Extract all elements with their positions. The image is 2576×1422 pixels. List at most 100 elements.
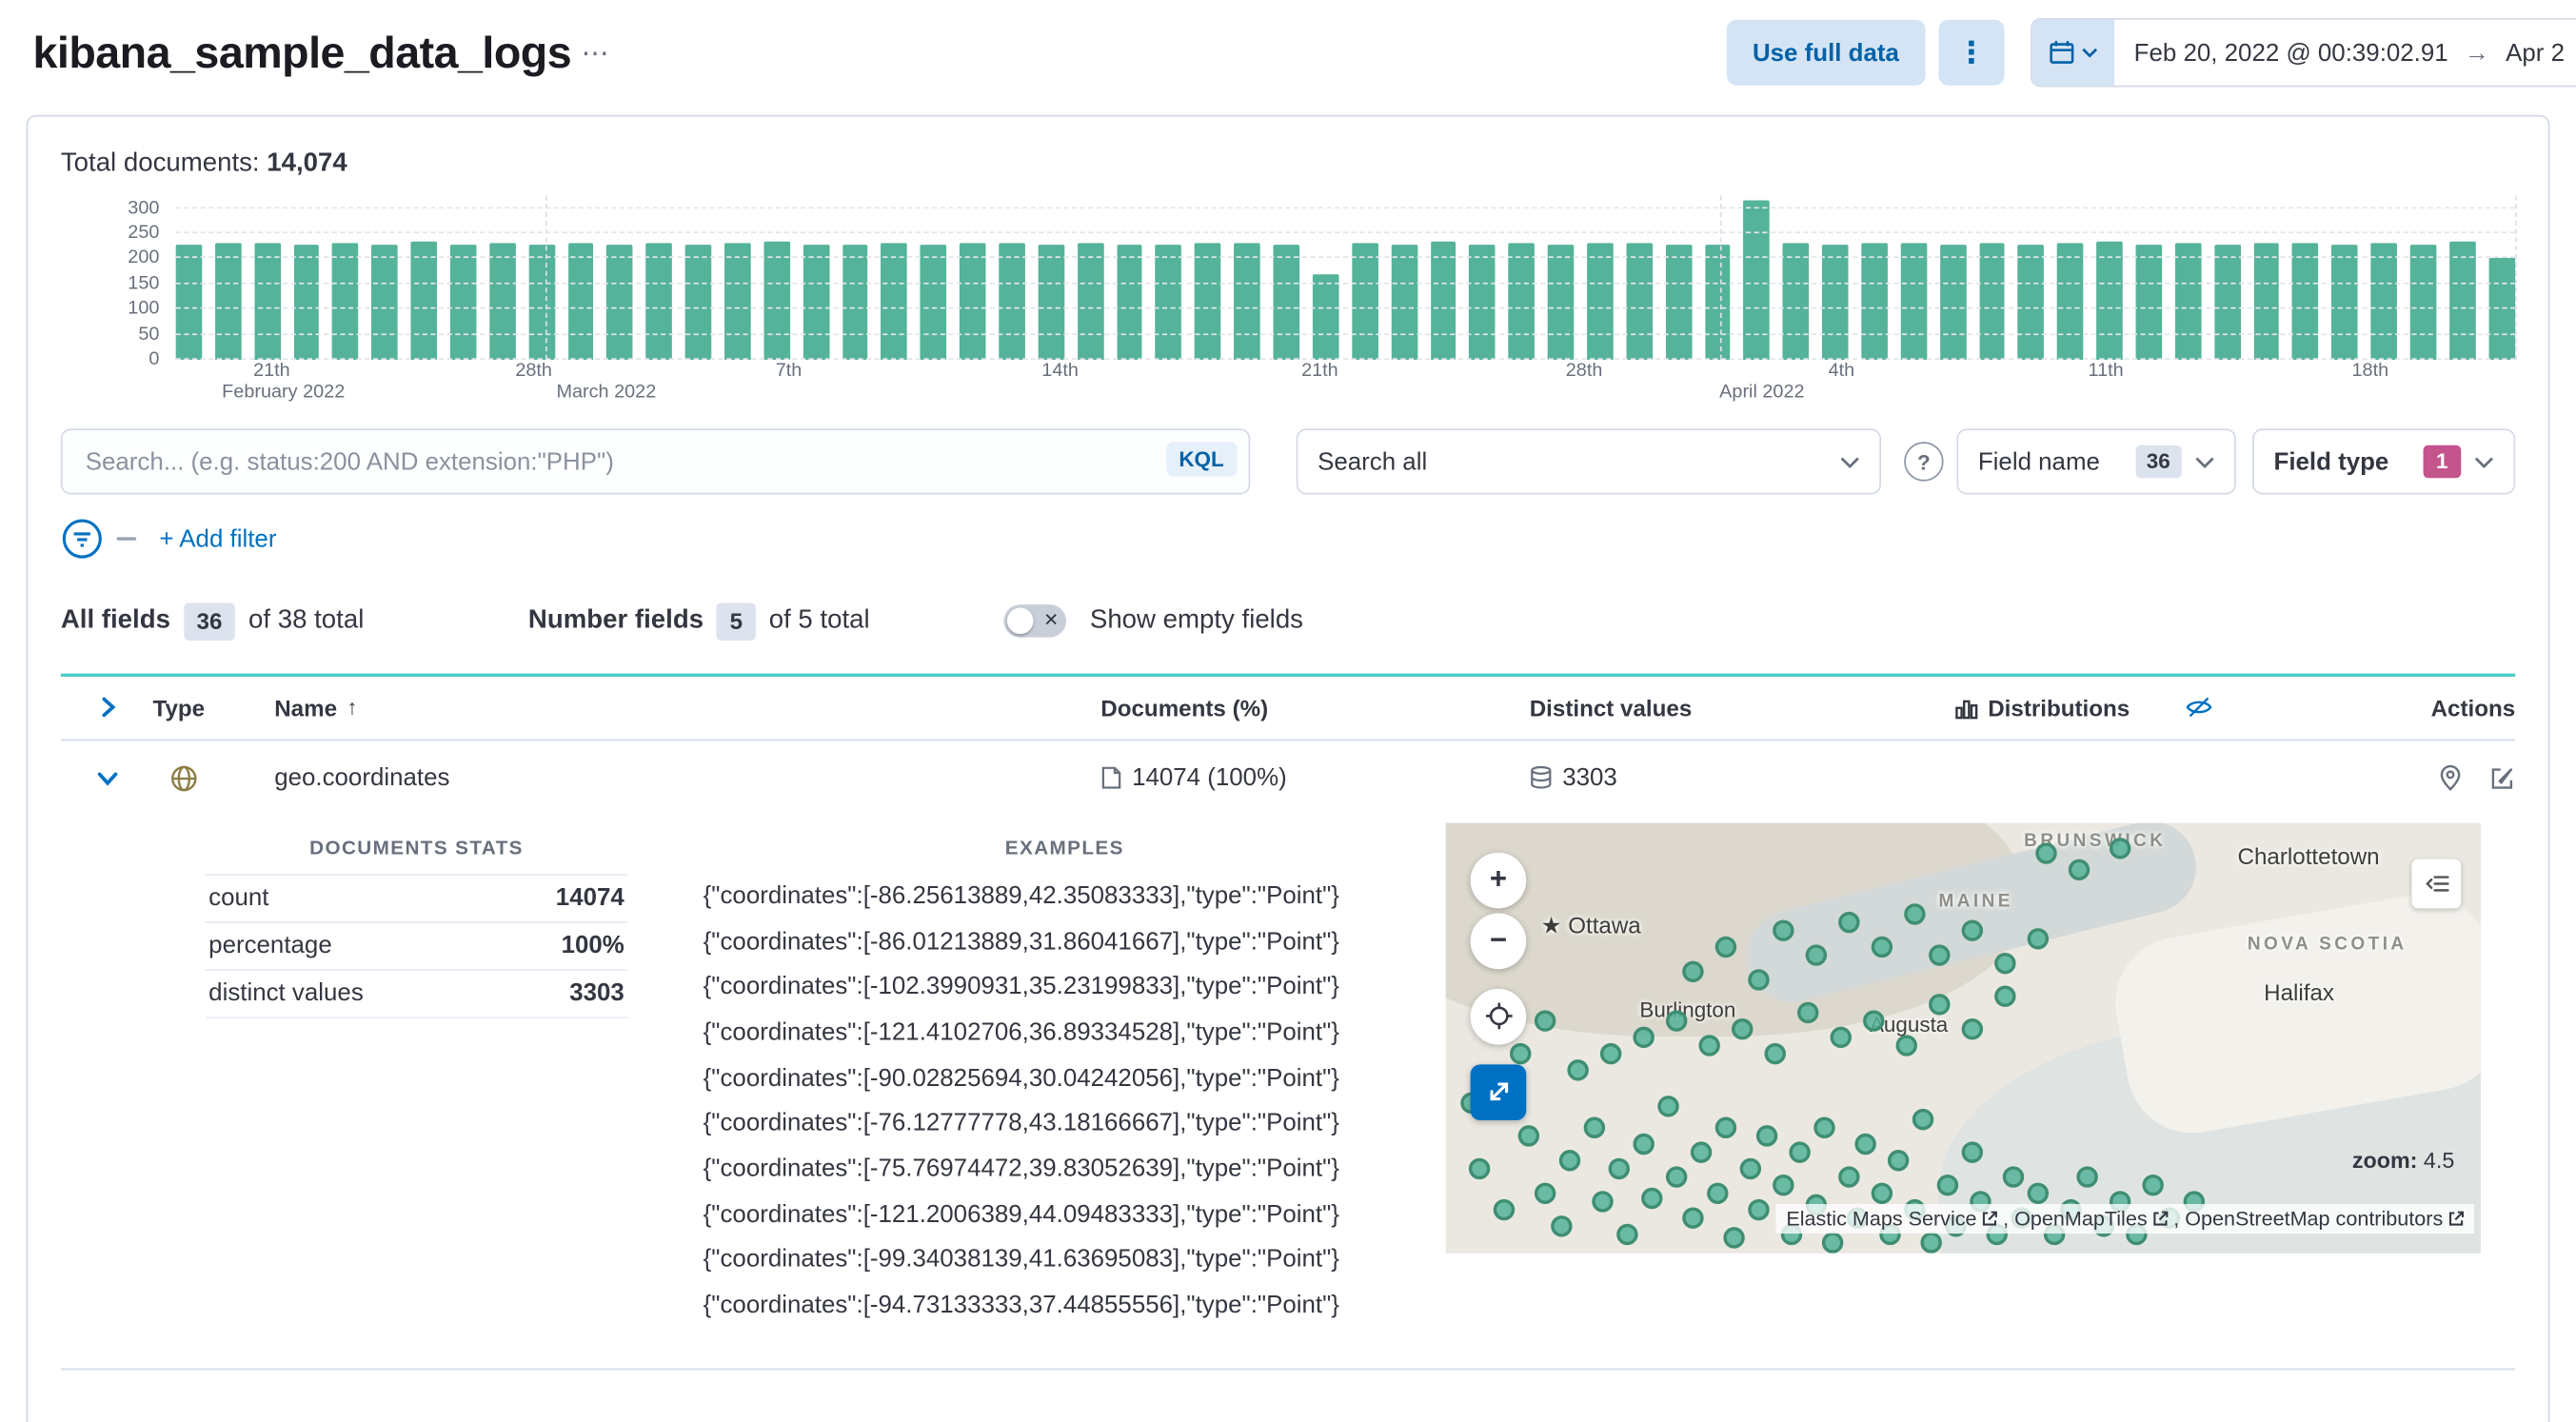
map-point bbox=[1994, 985, 2016, 1007]
map-point bbox=[1773, 1174, 1794, 1196]
field-type-count-badge: 1 bbox=[2423, 445, 2462, 478]
search-all-select[interactable]: Search all bbox=[1296, 428, 1882, 495]
col-name[interactable]: Name bbox=[274, 695, 337, 721]
col-documents[interactable]: Documents (%) bbox=[1100, 695, 1268, 721]
view-in-maps-icon[interactable] bbox=[2438, 764, 2463, 792]
add-filter-link[interactable]: + Add filter bbox=[159, 524, 276, 552]
map-label-nova-scotia: NOVA SCOTIA bbox=[2247, 934, 2408, 955]
map-attribution: Elastic Maps Service , OpenMapTiles , Op… bbox=[1775, 1203, 2475, 1234]
examples-block: EXAMPLES {"coordinates":[-86.25613889,42… bbox=[703, 836, 1426, 1329]
field-type-filter[interactable]: Field type 1 bbox=[2252, 428, 2516, 495]
x-tick-label: 28th bbox=[1565, 361, 1603, 382]
map-locate-button[interactable] bbox=[1470, 988, 1527, 1045]
map-point bbox=[1723, 1226, 1745, 1249]
eye-closed-icon[interactable] bbox=[2186, 696, 2213, 721]
col-type[interactable]: Type bbox=[152, 695, 205, 721]
breadcrumb-options-icon[interactable]: ⋯ bbox=[582, 39, 609, 67]
map-point bbox=[2109, 837, 2131, 859]
geo-coordinates-map[interactable]: BRUNSWICK Charlottetown MAINE NOVA SCOTI… bbox=[1445, 822, 2481, 1254]
show-empty-fields-toggle[interactable]: ✕ bbox=[1004, 604, 1067, 639]
histogram-bar bbox=[2174, 243, 2202, 360]
map-expand-button[interactable] bbox=[1470, 1063, 1527, 1120]
attribution-link[interactable]: , OpenMapTiles bbox=[2003, 1207, 2147, 1230]
map-point bbox=[1838, 1165, 1860, 1188]
filter-in-circle-icon[interactable] bbox=[61, 518, 104, 561]
y-tick-label: 200 bbox=[128, 248, 160, 269]
map-point bbox=[1871, 936, 1893, 958]
col-distributions[interactable]: Distributions bbox=[1988, 695, 2130, 721]
date-quick-select-button[interactable] bbox=[2031, 19, 2114, 86]
gridline bbox=[175, 257, 2516, 259]
histogram-bar bbox=[724, 243, 751, 360]
map-point bbox=[1551, 1215, 1573, 1237]
histogram-bar bbox=[2017, 244, 2045, 360]
gridline bbox=[175, 307, 2516, 309]
next-row-divider bbox=[60, 1368, 2516, 1370]
histogram-bar bbox=[293, 245, 320, 360]
attribution-link[interactable]: , OpenStreetMap contributors bbox=[2173, 1207, 2443, 1230]
expanded-field-details: DOCUMENTS STATS count 14074 percentage 1… bbox=[61, 816, 2515, 1368]
histogram-bar bbox=[2096, 242, 2123, 360]
table-row: count 14074 bbox=[205, 873, 628, 922]
map-zoom-in-button[interactable]: + bbox=[1470, 852, 1527, 909]
col-distinct-values[interactable]: Distinct values bbox=[1530, 695, 1693, 721]
map-point bbox=[1690, 1141, 1713, 1163]
sort-ascending-icon[interactable]: ↑ bbox=[347, 696, 357, 721]
gridline bbox=[175, 332, 2516, 335]
date-range-end[interactable]: Apr 2 bbox=[2506, 39, 2565, 67]
map-point bbox=[1665, 1010, 1688, 1032]
number-fields-count-badge: 5 bbox=[716, 602, 756, 641]
filter-bar: + Add filter bbox=[61, 518, 2515, 561]
search-all-value: Search all bbox=[1318, 447, 1428, 476]
map-label-burlington: Burlington bbox=[1639, 997, 1736, 1022]
month-label: March 2022 bbox=[556, 383, 657, 403]
col-actions: Actions bbox=[2430, 694, 2516, 721]
date-range-start[interactable]: Feb 20, 2022 @ 00:39:02.91 bbox=[2134, 39, 2448, 67]
field-name[interactable]: geo.coordinates bbox=[274, 764, 449, 792]
map-point bbox=[1936, 1174, 1959, 1196]
chevron-down-icon bbox=[2195, 456, 2215, 467]
map-point bbox=[1517, 1124, 1540, 1147]
gridline bbox=[175, 282, 2516, 285]
map-point bbox=[1895, 1034, 1918, 1057]
map-zoom-out-button[interactable]: − bbox=[1470, 913, 1527, 969]
map-point bbox=[1789, 1141, 1811, 1163]
calendar-icon bbox=[2049, 39, 2075, 66]
date-picker: Feb 20, 2022 @ 00:39:02.91 → Apr 2 bbox=[2030, 17, 2576, 88]
use-full-data-button[interactable]: Use full data bbox=[1726, 19, 1926, 86]
histogram-bar bbox=[1195, 242, 1221, 360]
help-icon[interactable]: ? bbox=[1904, 442, 1944, 482]
field-row-geo-coordinates[interactable]: geo.coordinates 14074 (100%) 3303 bbox=[61, 741, 2515, 816]
list-item: {"coordinates":[-86.25613889,42.35083333… bbox=[703, 881, 1339, 910]
search-input[interactable] bbox=[60, 428, 1251, 495]
month-label: February 2022 bbox=[222, 383, 346, 403]
histogram-bar bbox=[214, 242, 242, 360]
kql-badge[interactable]: KQL bbox=[1165, 442, 1238, 477]
map-zoom-indicator: zoom: 4.5 bbox=[2352, 1148, 2455, 1173]
histogram-bar bbox=[1782, 243, 1810, 360]
number-fields-label: Number fields bbox=[527, 606, 704, 635]
field-name-count-badge: 36 bbox=[2134, 445, 2182, 478]
histogram-bar bbox=[1704, 244, 1731, 360]
chevron-down-icon bbox=[2474, 456, 2494, 467]
list-item: {"coordinates":[-90.02825694,30.04242056… bbox=[703, 1063, 1339, 1092]
edit-field-icon[interactable] bbox=[2489, 765, 2516, 792]
histogram-bar bbox=[960, 242, 986, 360]
collapse-row-chevron-icon[interactable] bbox=[61, 767, 153, 788]
attribution-link[interactable]: Elastic Maps Service bbox=[1786, 1207, 1976, 1230]
map-point bbox=[1773, 919, 1794, 941]
histogram-bar bbox=[489, 243, 516, 360]
map-legend-toggle-button[interactable] bbox=[2411, 859, 2462, 909]
field-name-filter[interactable]: Field name 36 bbox=[1956, 428, 2236, 495]
kebab-menu-button[interactable]: ⋮ bbox=[1938, 19, 2005, 86]
histogram-bar bbox=[528, 245, 555, 360]
map-point bbox=[2142, 1174, 2164, 1196]
fields-summary-row: All fields 36 of 38 total Number fields … bbox=[61, 602, 2515, 641]
map-point bbox=[1641, 1187, 1663, 1209]
map-point bbox=[1592, 1190, 1614, 1213]
x-tick-label: 7th bbox=[775, 361, 803, 382]
map-point bbox=[2035, 841, 2057, 864]
map-point bbox=[1821, 1231, 1844, 1254]
expand-all-chevron-icon[interactable] bbox=[61, 697, 153, 718]
stat-label: distinct values bbox=[205, 968, 494, 1018]
